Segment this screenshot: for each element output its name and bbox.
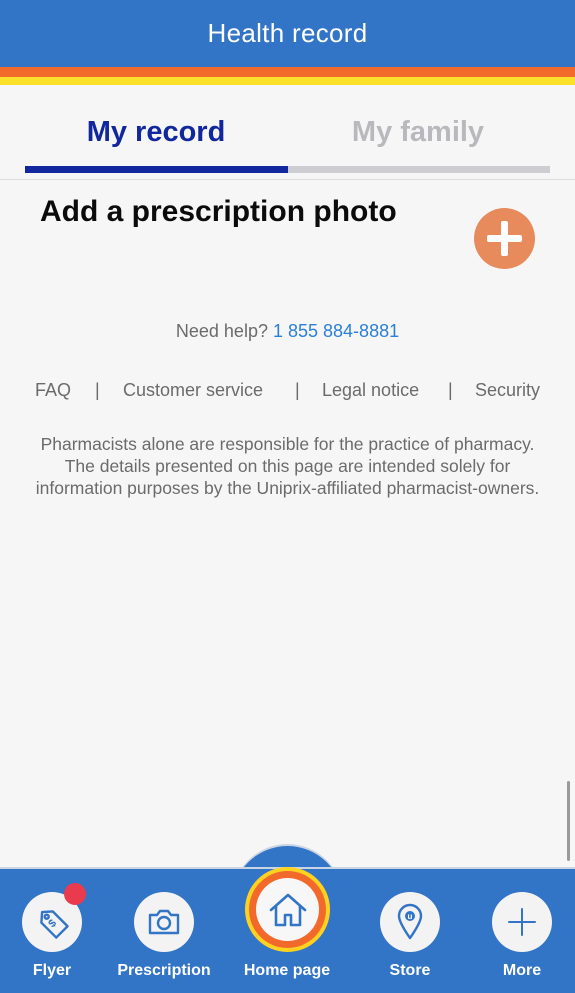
tab-indicator-inactive (288, 166, 550, 173)
record-tabs: My record My family (25, 110, 550, 176)
security-link[interactable]: Security (475, 380, 540, 401)
add-prescription-title: Add a prescription photo (40, 195, 397, 228)
app-header: Health record (0, 0, 575, 67)
screen: Health record My record My family Add a … (0, 0, 575, 993)
svg-text:u: u (408, 912, 413, 921)
nav-label-home: Home page (243, 962, 331, 979)
customer-service-link[interactable]: Customer service (123, 380, 263, 401)
help-phone-link[interactable]: 1 855 884-8881 (273, 321, 399, 341)
tab-my-record[interactable]: My record (25, 116, 287, 149)
nav-label-store: Store (389, 962, 431, 979)
faq-link[interactable]: FAQ (35, 380, 71, 401)
tab-indicator-active (25, 166, 288, 173)
header-stripe-orange (0, 67, 575, 77)
tab-my-family[interactable]: My family (287, 116, 549, 149)
nav-circle: u (380, 892, 440, 952)
add-prescription-button[interactable] (474, 208, 535, 269)
link-separator: | (95, 380, 100, 400)
page-title: Health record (207, 18, 368, 48)
nav-label-prescription: Prescription (117, 962, 211, 979)
price-tag-icon: $ (40, 910, 69, 939)
notification-badge (64, 883, 86, 905)
nav-circle (492, 892, 552, 952)
map-pin-icon: u (397, 903, 423, 940)
legal-notice-link[interactable]: Legal notice (322, 380, 419, 401)
disclaimer: Pharmacists alone are responsible for th… (35, 434, 540, 498)
help-line: Need help? 1 855 884-8881 (0, 321, 575, 342)
link-separator: | (295, 380, 300, 400)
home-button (245, 867, 330, 952)
plus-icon (508, 908, 536, 936)
help-text: Need help? (175, 321, 268, 341)
footer-links: FAQ | Customer service | Legal notice | … (0, 380, 575, 404)
divider (0, 179, 575, 180)
scrollbar[interactable] (567, 781, 570, 861)
camera-icon (148, 909, 180, 935)
nav-circle (134, 892, 194, 952)
nav-label-more: More (502, 962, 542, 979)
header-stripe-yellow (0, 77, 575, 85)
home-icon (269, 893, 306, 926)
link-separator: | (448, 380, 453, 400)
